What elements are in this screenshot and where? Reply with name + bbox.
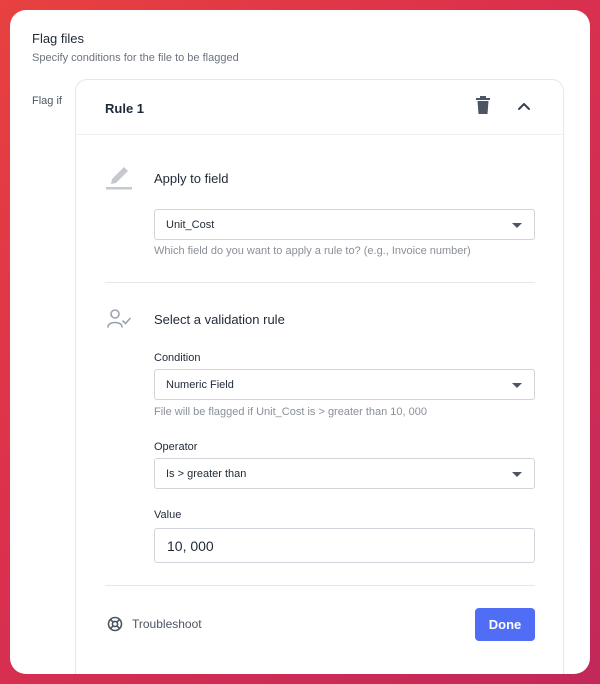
field-select-value: Unit_Cost	[166, 219, 215, 231]
chevron-up-icon[interactable]	[514, 96, 534, 116]
chevron-down-icon	[512, 383, 522, 388]
value-input-text: 10, 000	[167, 538, 214, 554]
apply-field-title: Apply to field	[154, 171, 229, 186]
flag-files-modal: Flag files Specify conditions for the fi…	[10, 10, 590, 674]
field-helper-text: Which field do you want to apply a rule …	[154, 245, 471, 257]
value-input[interactable]: 10, 000	[154, 528, 535, 563]
condition-label: Condition	[154, 352, 201, 364]
rule-title: Rule 1	[105, 101, 145, 116]
footer-divider	[105, 585, 535, 586]
section-divider	[105, 282, 535, 283]
rule-header: Rule 1	[76, 80, 563, 135]
value-label: Value	[154, 509, 182, 521]
pencil-icon	[105, 162, 133, 190]
operator-label: Operator	[154, 441, 198, 453]
user-check-icon	[105, 306, 133, 334]
trash-icon[interactable]	[474, 96, 492, 116]
condition-select[interactable]: Numeric Field	[154, 369, 535, 400]
modal-subtitle: Specify conditions for the file to be fl…	[32, 52, 239, 64]
condition-helper-text: File will be flagged if Unit_Cost is > g…	[154, 406, 428, 418]
flag-if-label: Flag if	[32, 95, 62, 107]
chevron-down-icon	[512, 472, 522, 477]
operator-select-value: Is > greater than	[166, 468, 247, 480]
condition-select-value: Numeric Field	[166, 379, 234, 391]
troubleshoot-label: Troubleshoot	[132, 617, 202, 631]
modal-title: Flag files	[32, 31, 85, 46]
done-button[interactable]: Done	[475, 608, 535, 641]
field-select[interactable]: Unit_Cost	[154, 209, 535, 240]
operator-select[interactable]: Is > greater than	[154, 458, 535, 489]
lifebuoy-icon	[107, 616, 123, 632]
chevron-down-icon	[512, 223, 522, 228]
validation-title: Select a validation rule	[154, 312, 285, 327]
rule-card: Rule 1 Apply to field Unit_Cost Which fi…	[75, 79, 564, 674]
